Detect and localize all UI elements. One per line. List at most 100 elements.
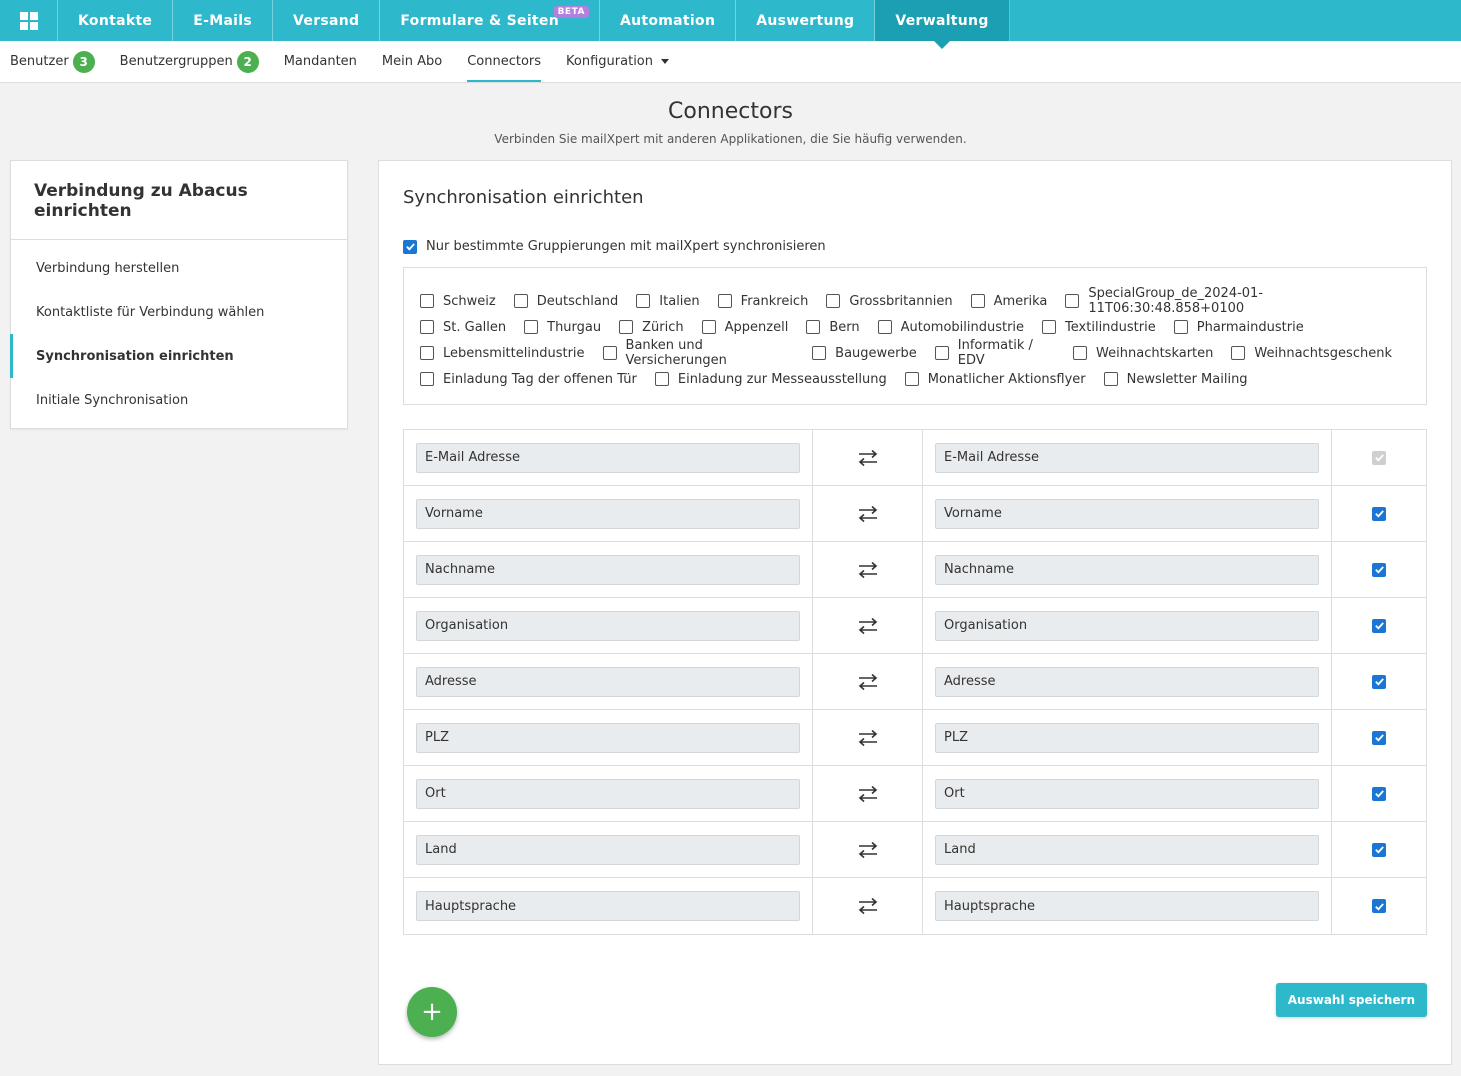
group-checkbox[interactable] <box>1103 372 1118 386</box>
source-field-select[interactable]: Adresse <box>416 666 800 697</box>
target-field-select[interactable]: Vorname <box>935 498 1319 529</box>
group-option[interactable]: Grossbritannien <box>826 294 953 309</box>
mapping-sync-checkbox[interactable] <box>1372 899 1386 913</box>
subnav-benutzer[interactable]: Benutzer 3 <box>10 41 95 82</box>
mapping-sync-checkbox[interactable] <box>1372 618 1386 633</box>
group-option[interactable]: Frankreich <box>717 294 808 309</box>
group-checkbox[interactable] <box>524 320 539 334</box>
target-field-select[interactable]: Nachname <box>935 554 1319 585</box>
group-checkbox[interactable] <box>654 372 669 386</box>
group-checkbox[interactable] <box>812 346 827 360</box>
group-checkbox[interactable] <box>717 294 732 308</box>
group-option[interactable]: St. Gallen <box>420 320 506 335</box>
group-checkbox[interactable] <box>701 320 716 334</box>
nav-emails[interactable]: E-Mails <box>173 0 274 41</box>
group-checkbox[interactable] <box>1065 294 1080 308</box>
group-option[interactable]: SpecialGroup_de_2024-01-11T06:30:48.858+… <box>1065 286 1392 316</box>
group-option[interactable]: Appenzell <box>701 320 788 335</box>
group-option[interactable]: Informatik / EDV <box>934 338 1055 368</box>
target-field-select[interactable]: Ort <box>935 778 1319 809</box>
source-field-select[interactable]: Ort <box>416 778 800 809</box>
mapping-sync-checkbox[interactable] <box>1372 506 1386 521</box>
group-option[interactable]: Italien <box>636 294 700 309</box>
group-option[interactable]: Thurgau <box>524 320 601 335</box>
group-option[interactable]: Weihnachtsgeschenk <box>1231 346 1392 361</box>
subnav-mein-abo[interactable]: Mein Abo <box>382 41 442 82</box>
group-option[interactable]: Amerika <box>970 294 1047 309</box>
nav-formulare-seiten[interactable]: Formulare & Seiten BETA <box>380 0 600 41</box>
group-checkbox[interactable] <box>1231 346 1246 360</box>
target-field-select[interactable]: Hauptsprache <box>935 891 1319 921</box>
mapping-sync-checkbox[interactable] <box>1372 786 1386 801</box>
sync-only-groups-option[interactable]: Nur bestimmte Gruppierungen mit mailXper… <box>403 239 826 254</box>
subnav-benutzergruppen[interactable]: Benutzergruppen 2 <box>120 41 259 82</box>
group-option[interactable]: Zürich <box>619 320 684 335</box>
group-checkbox[interactable] <box>826 294 841 308</box>
step-verbindung-herstellen[interactable]: Verbindung herstellen <box>10 246 347 290</box>
source-field-select[interactable]: PLZ <box>416 722 800 753</box>
group-option[interactable]: Newsletter Mailing <box>1103 372 1248 387</box>
source-field-select[interactable]: Land <box>416 834 800 865</box>
nav-verwaltung[interactable]: Verwaltung <box>875 0 1010 41</box>
group-option[interactable]: Banken und Versicherungen <box>602 338 795 368</box>
group-checkbox[interactable] <box>1042 320 1057 334</box>
group-checkbox[interactable] <box>420 294 434 308</box>
group-checkbox[interactable] <box>420 346 434 360</box>
group-checkbox[interactable] <box>513 294 528 308</box>
apps-grid-button[interactable] <box>0 0 58 41</box>
group-checkbox[interactable] <box>1073 346 1088 360</box>
group-option[interactable]: Einladung Tag der offenen Tür <box>420 372 637 387</box>
group-checkbox[interactable] <box>904 372 919 386</box>
nav-versand[interactable]: Versand <box>273 0 381 41</box>
source-field-select[interactable]: Nachname <box>416 554 800 585</box>
group-option[interactable]: Automobilindustrie <box>877 320 1024 335</box>
group-checkbox[interactable] <box>420 320 434 334</box>
source-field-select[interactable]: Vorname <box>416 498 800 529</box>
target-field-select[interactable]: Organisation <box>935 610 1319 641</box>
source-field-select[interactable]: Hauptsprache <box>416 891 800 921</box>
nav-automation[interactable]: Automation <box>600 0 737 41</box>
add-mapping-button[interactable]: + <box>407 987 457 1037</box>
mapping-sync-checkbox[interactable] <box>1372 562 1386 577</box>
group-checkbox[interactable] <box>636 294 651 308</box>
group-option[interactable]: Deutschland <box>513 294 618 309</box>
group-checkbox[interactable] <box>970 294 985 308</box>
swap-cell <box>813 766 923 821</box>
target-field-select[interactable]: E-Mail Adresse <box>935 442 1319 473</box>
subnav-mandanten[interactable]: Mandanten <box>284 41 357 82</box>
group-option[interactable]: Lebensmittelindustrie <box>420 346 585 361</box>
subnav-connectors[interactable]: Connectors <box>467 41 541 82</box>
target-field-select[interactable]: PLZ <box>935 722 1319 753</box>
nav-auswertung[interactable]: Auswertung <box>736 0 876 41</box>
sync-checkbox-cell <box>1332 822 1426 877</box>
group-option[interactable]: Bern <box>806 320 860 335</box>
step-kontaktliste-waehlen[interactable]: Kontaktliste für Verbindung wählen <box>10 290 347 334</box>
group-option[interactable]: Baugewerbe <box>812 346 917 361</box>
group-checkbox[interactable] <box>602 346 617 360</box>
group-option[interactable]: Textilindustrie <box>1042 320 1156 335</box>
group-checkbox[interactable] <box>877 320 892 334</box>
group-option[interactable]: Schweiz <box>420 294 496 309</box>
mapping-sync-checkbox[interactable] <box>1372 842 1386 857</box>
target-field-select[interactable]: Adresse <box>935 666 1319 697</box>
group-option[interactable]: Einladung zur Messeausstellung <box>654 372 887 387</box>
sync-only-groups-checkbox[interactable] <box>403 239 417 254</box>
mapping-sync-checkbox[interactable] <box>1372 730 1386 745</box>
source-field-select[interactable]: Organisation <box>416 610 800 641</box>
group-checkbox[interactable] <box>806 320 821 334</box>
group-checkbox[interactable] <box>1173 320 1188 334</box>
target-field-select[interactable]: Land <box>935 834 1319 865</box>
group-checkbox[interactable] <box>619 320 634 334</box>
source-field-select[interactable]: E-Mail Adresse <box>416 442 800 473</box>
subnav-konfiguration[interactable]: Konfiguration <box>566 41 669 82</box>
save-selection-button[interactable]: Auswahl speichern <box>1275 983 1427 1017</box>
group-option[interactable]: Monatlicher Aktionsflyer <box>904 372 1086 387</box>
group-option[interactable]: Weihnachtskarten <box>1073 346 1213 361</box>
group-option[interactable]: Pharmaindustrie <box>1173 320 1304 335</box>
mapping-sync-checkbox[interactable] <box>1372 674 1386 689</box>
step-initiale-synchronisation[interactable]: Initiale Synchronisation <box>10 378 347 422</box>
group-checkbox[interactable] <box>420 372 434 386</box>
step-synchronisation-einrichten[interactable]: Synchronisation einrichten <box>10 334 347 378</box>
nav-kontakte[interactable]: Kontakte <box>58 0 174 41</box>
group-checkbox[interactable] <box>934 346 949 360</box>
